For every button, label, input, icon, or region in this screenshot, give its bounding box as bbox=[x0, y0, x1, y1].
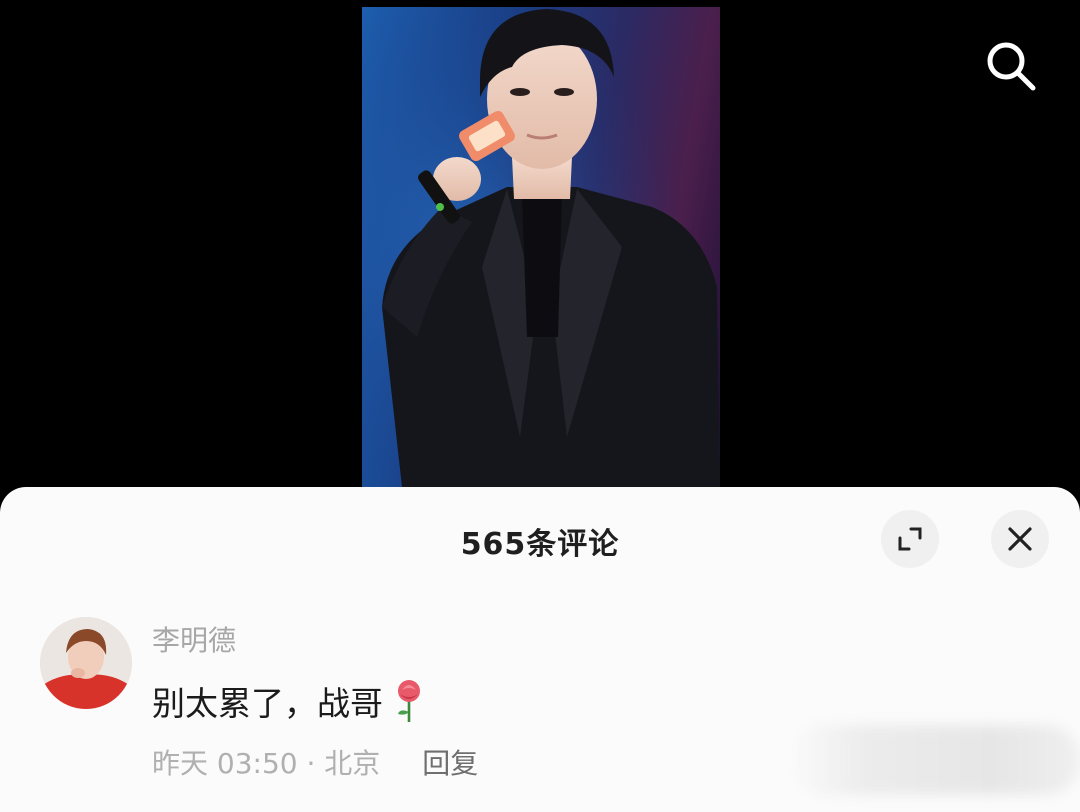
comments-sheet: 565条评论 李明德 别太累了，战哥 昨天 03:50 · 北京 回复 bbox=[0, 487, 1080, 812]
rose-icon bbox=[398, 680, 420, 722]
blurred-region bbox=[790, 725, 1080, 795]
reply-button[interactable]: 回复 bbox=[422, 742, 478, 782]
comment-username[interactable]: 李明德 bbox=[152, 619, 236, 659]
close-icon bbox=[1008, 527, 1032, 551]
avatar-image bbox=[40, 617, 132, 709]
comment-text-row: 别太累了，战哥 bbox=[152, 677, 427, 725]
comment-time-location: 昨天 03:50 · 北京 bbox=[152, 747, 381, 780]
video-still bbox=[362, 7, 720, 487]
search-icon bbox=[987, 42, 1036, 91]
avatar[interactable] bbox=[40, 617, 132, 709]
comment-meta: 昨天 03:50 · 北京 回复 bbox=[152, 742, 478, 782]
search-button[interactable] bbox=[980, 35, 1042, 97]
close-button[interactable] bbox=[991, 510, 1049, 568]
expand-icon bbox=[898, 527, 922, 551]
screen: 565条评论 李明德 别太累了，战哥 昨天 03:50 · 北京 回复 bbox=[0, 0, 1080, 812]
video-player[interactable] bbox=[362, 7, 720, 487]
expand-button[interactable] bbox=[881, 510, 939, 568]
comment-text: 别太累了，战哥 bbox=[152, 684, 383, 723]
